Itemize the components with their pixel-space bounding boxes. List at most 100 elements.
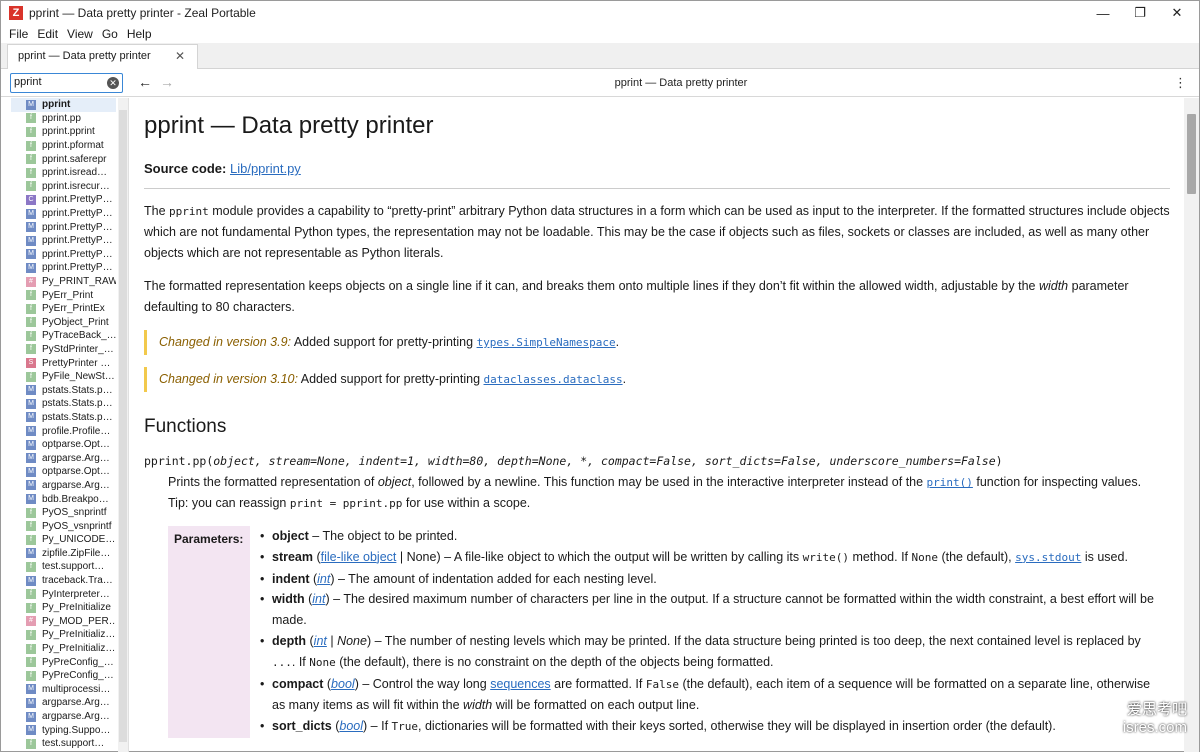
menu-file[interactable]: File (9, 27, 28, 41)
int-link[interactable]: int (314, 634, 327, 648)
change-version: Changed in version 3.10: (159, 372, 298, 386)
list-item[interactable]: Mpprint.PrettyP… (11, 248, 116, 262)
tab-pprint[interactable]: pprint — Data pretty printer ✕ (7, 44, 198, 69)
list-item[interactable]: Margparse.Arg… (11, 479, 116, 493)
list-item[interactable]: Mpstats.Stats.p… (11, 383, 116, 397)
tab-close-icon[interactable]: ✕ (175, 49, 185, 63)
sys-stdout-link[interactable]: sys.stdout (1015, 551, 1081, 564)
list-item[interactable]: Cpprint.PrettyP… (11, 193, 116, 207)
change-link[interactable]: dataclasses.dataclass (484, 373, 623, 386)
list-item[interactable]: Mtraceback.Tra… (11, 574, 116, 588)
list-item[interactable]: Mpprint.PrettyP… (11, 220, 116, 234)
clear-search-icon[interactable]: ✕ (107, 77, 119, 89)
param-stream: stream (file-like object | None) – A fil… (260, 547, 1160, 569)
content-scrollbar[interactable] (1184, 98, 1199, 752)
list-item[interactable]: f test.support… (11, 560, 116, 574)
list-item-label: Py_PRINT_RAW (42, 276, 116, 288)
list-item[interactable]: f PyErr_Print (11, 288, 116, 302)
source-label: Source code: (144, 161, 227, 176)
list-item[interactable]: Moptparse.Opt… (11, 438, 116, 452)
bool-link[interactable]: bool (339, 719, 363, 733)
list-item[interactable]: Margparse.Arg… (11, 710, 116, 724)
list-item[interactable]: Mpstats.Stats.p… (11, 397, 116, 411)
symbol-type-icon: S (26, 358, 36, 369)
list-item[interactable]: f PyTraceBack_… (11, 329, 116, 343)
title-bar: Z pprint — Data pretty printer - Zeal Po… (1, 1, 1199, 25)
menu-go[interactable]: Go (102, 27, 118, 41)
list-item[interactable]: Mpprint (11, 98, 116, 112)
list-item[interactable]: f Py_PreInitializ… (11, 642, 116, 656)
list-item[interactable]: Mpprint.PrettyP… (11, 261, 116, 275)
search-input[interactable]: pprint ✕ (10, 73, 123, 93)
list-item[interactable]: f test.support… (11, 737, 116, 751)
list-item[interactable]: f Py_PreInitialize (11, 601, 116, 615)
sidebar-scrollbar-thumb[interactable] (119, 110, 127, 742)
list-item[interactable]: Mmultiprocessi… (11, 683, 116, 697)
sequences-link[interactable]: sequences (490, 677, 550, 691)
int-link[interactable]: int (317, 572, 330, 586)
forward-arrow-icon[interactable]: → (160, 74, 174, 90)
list-item[interactable]: Mbdb.Breakpo… (11, 492, 116, 506)
list-item[interactable]: f PyObject_Print (11, 316, 116, 330)
source-link[interactable]: Lib/pprint.py (230, 161, 301, 176)
symbol-type-icon: M (26, 439, 36, 450)
symbol-type-icon: M (26, 398, 36, 409)
list-item[interactable]: # Py_MOD_PER… (11, 615, 116, 629)
list-item[interactable]: f pprint.isrecur… (11, 180, 116, 194)
maximize-button[interactable]: ❐ (1121, 1, 1159, 25)
param-compact: compact (bool) – Control the way long se… (260, 674, 1160, 717)
list-item[interactable]: Mtyping.Suppo… (11, 723, 116, 737)
symbol-type-icon: M (26, 385, 36, 396)
list-item[interactable]: Mpprint.PrettyP… (11, 234, 116, 248)
int-link[interactable]: int (312, 592, 325, 606)
list-item[interactable]: f pprint.saferepr (11, 152, 116, 166)
symbol-type-icon: f (26, 126, 36, 137)
list-item[interactable]: f PyOS_snprintf (11, 506, 116, 520)
list-item[interactable]: f PyOS_vsnprintf (11, 519, 116, 533)
bool-link[interactable]: bool (331, 677, 355, 691)
list-item[interactable]: Mzipfile.ZipFile… (11, 547, 116, 561)
list-item-label: argparse.Arg… (42, 697, 110, 709)
list-item[interactable]: f pprint.pprint (11, 125, 116, 139)
list-item[interactable]: Moptparse.Opt… (11, 465, 116, 479)
list-item[interactable]: f pprint.pformat (11, 139, 116, 153)
list-item[interactable]: f PyInterpreter… (11, 587, 116, 601)
list-item[interactable]: # Py_PRINT_RAW (11, 275, 116, 289)
list-item[interactable]: f PyPreConfig_… (11, 655, 116, 669)
list-item[interactable]: Margparse.Arg… (11, 696, 116, 710)
menu-help[interactable]: Help (127, 27, 152, 41)
list-item[interactable]: Margparse.Arg… (11, 451, 116, 465)
menu-view[interactable]: View (67, 27, 93, 41)
content-scrollbar-thumb[interactable] (1187, 114, 1196, 194)
list-item-label: PyErr_PrintEx (42, 303, 105, 315)
function-signature: pprint.pp(object, stream=None, indent=1,… (144, 454, 1003, 468)
list-item[interactable]: f PyFile_NewSt… (11, 370, 116, 384)
list-item[interactable]: Mpstats.Stats.p… (11, 411, 116, 425)
list-item[interactable]: f PyStdPrinter_… (11, 343, 116, 357)
list-item[interactable]: f pprint.isread… (11, 166, 116, 180)
symbol-type-icon: M (26, 684, 36, 695)
file-like-object-link[interactable]: file-like object (321, 550, 397, 564)
symbol-type-icon: f (26, 371, 36, 382)
change-link[interactable]: types.SimpleNamespace (477, 336, 616, 349)
minimize-button[interactable]: — (1084, 1, 1122, 25)
list-item[interactable]: f Py_UNICODE… (11, 533, 116, 547)
list-item[interactable]: f Py_PreInitializ… (11, 628, 116, 642)
symbol-type-icon: f (26, 657, 36, 668)
list-item[interactable]: Mpprint.PrettyP… (11, 207, 116, 221)
back-arrow-icon[interactable]: ← (138, 74, 152, 90)
sidebar-scrollbar[interactable] (118, 98, 128, 752)
menu-edit[interactable]: Edit (37, 27, 58, 41)
close-button[interactable]: ✕ (1158, 1, 1196, 25)
tip-code: print = pprint.pp (289, 497, 403, 510)
list-item[interactable]: f PyErr_PrintEx (11, 302, 116, 316)
list-item[interactable]: f pprint.pp (11, 112, 116, 126)
param-indent: indent (int) – The amount of indentation… (260, 569, 1160, 590)
more-menu-icon[interactable]: ⋮ (1174, 75, 1187, 91)
list-item[interactable]: Mprofile.Profile… (11, 424, 116, 438)
list-item[interactable]: f PyPreConfig_… (11, 669, 116, 683)
list-item[interactable]: S PrettyPrinter … (11, 356, 116, 370)
print-link[interactable]: print() (927, 476, 973, 489)
symbol-type-icon: f (26, 629, 36, 640)
symbol-type-icon: M (26, 466, 36, 477)
